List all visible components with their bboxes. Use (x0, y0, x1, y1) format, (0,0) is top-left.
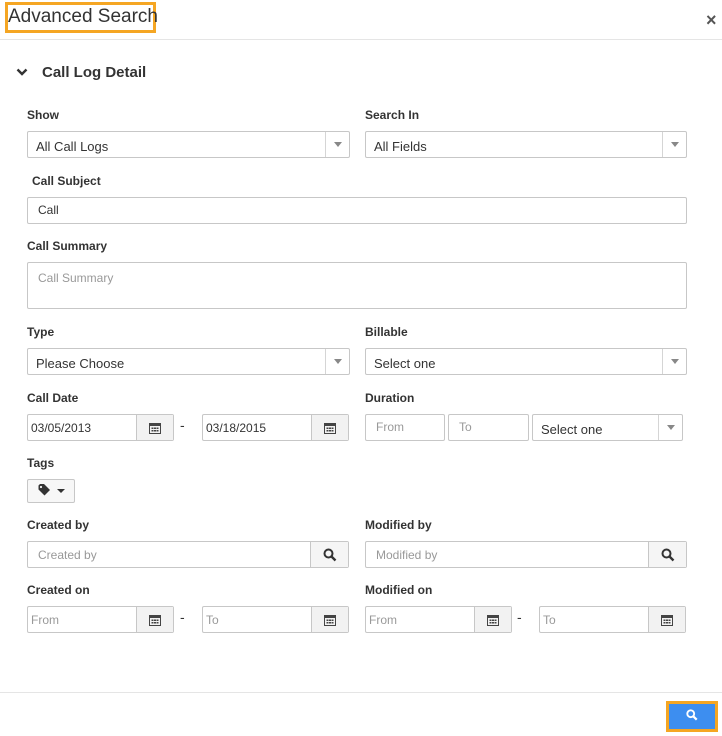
modified-on-from[interactable]: From (365, 606, 512, 633)
billable-label: Billable (365, 325, 408, 339)
show-select[interactable]: All Call Logs (27, 131, 350, 158)
header-divider (0, 39, 722, 40)
modified-on-to[interactable]: To (539, 606, 686, 633)
created-by-label: Created by (27, 518, 90, 532)
call-date-to-value: 03/18/2015 (206, 421, 267, 435)
created-by-lookup[interactable]: Created by (27, 541, 349, 568)
tag-icon (38, 483, 52, 499)
search-in-value: All Fields (374, 139, 427, 154)
tags-label: Tags (27, 456, 55, 470)
show-value: All Call Logs (36, 139, 109, 154)
calendar-icon[interactable] (311, 607, 348, 632)
billable-select[interactable]: Select one (365, 348, 687, 375)
search-icon (686, 709, 698, 724)
created-on-to-value: To (206, 613, 219, 627)
billable-value: Select one (374, 356, 436, 371)
duration-to-input[interactable]: To (448, 414, 529, 441)
created-on-from-value: From (31, 613, 59, 627)
call-summary-label: Call Summary (27, 239, 108, 253)
created-on-to[interactable]: To (202, 606, 349, 633)
search-icon[interactable] (648, 542, 686, 567)
tags-dropdown-button[interactable] (27, 479, 75, 503)
section-title: Call Log Detail (42, 64, 147, 81)
duration-label: Duration (365, 391, 415, 405)
modified-on-to-value: To (543, 613, 556, 627)
call-date-from-value: 03/05/2013 (31, 421, 92, 435)
dropdown-arrow-icon (658, 415, 682, 440)
modified-by-label: Modified by (365, 518, 432, 532)
caret-down-icon (56, 489, 65, 493)
modified-on-from-value: From (369, 613, 397, 627)
duration-from-input[interactable]: From (365, 414, 445, 441)
created-on-label: Created on (27, 583, 90, 597)
range-separator: - (180, 609, 185, 625)
call-subject-input[interactable]: Call (27, 197, 687, 224)
calendar-icon[interactable] (311, 415, 348, 440)
range-separator: - (180, 417, 185, 433)
dropdown-arrow-icon (325, 349, 349, 374)
calendar-icon[interactable] (136, 415, 173, 440)
calendar-icon[interactable] (474, 607, 511, 632)
range-separator: - (517, 609, 522, 625)
call-date-from[interactable]: 03/05/2013 (27, 414, 174, 441)
close-icon[interactable]: × (706, 10, 717, 30)
search-in-select[interactable]: All Fields (365, 131, 687, 158)
call-subject-label: Call Subject (32, 174, 101, 188)
dropdown-arrow-icon (325, 132, 349, 157)
search-button[interactable] (669, 704, 715, 729)
type-value: Please Choose (36, 356, 125, 371)
created-on-from[interactable]: From (27, 606, 174, 633)
search-in-label: Search In (365, 108, 420, 122)
calendar-icon[interactable] (136, 607, 173, 632)
modified-on-label: Modified on (365, 583, 433, 597)
calendar-icon[interactable] (648, 607, 685, 632)
call-date-label: Call Date (27, 391, 79, 405)
type-label: Type (27, 325, 55, 339)
search-icon[interactable] (310, 542, 348, 567)
chevron-down-icon (16, 65, 32, 80)
duration-unit-value: Select one (541, 422, 603, 437)
dropdown-arrow-icon (662, 349, 686, 374)
dialog-title: Advanced Search (8, 6, 158, 27)
dropdown-arrow-icon (662, 132, 686, 157)
created-by-input[interactable]: Created by (38, 548, 97, 562)
call-date-to[interactable]: 03/18/2015 (202, 414, 349, 441)
modified-by-lookup[interactable]: Modified by (365, 541, 687, 568)
show-label: Show (27, 108, 59, 122)
footer-divider (0, 692, 722, 693)
duration-unit-select[interactable]: Select one (532, 414, 683, 441)
type-select[interactable]: Please Choose (27, 348, 350, 375)
call-summary-textarea[interactable]: Call Summary (27, 262, 687, 309)
section-toggle[interactable]: Call Log Detail (16, 64, 146, 81)
modified-by-input[interactable]: Modified by (376, 548, 437, 562)
